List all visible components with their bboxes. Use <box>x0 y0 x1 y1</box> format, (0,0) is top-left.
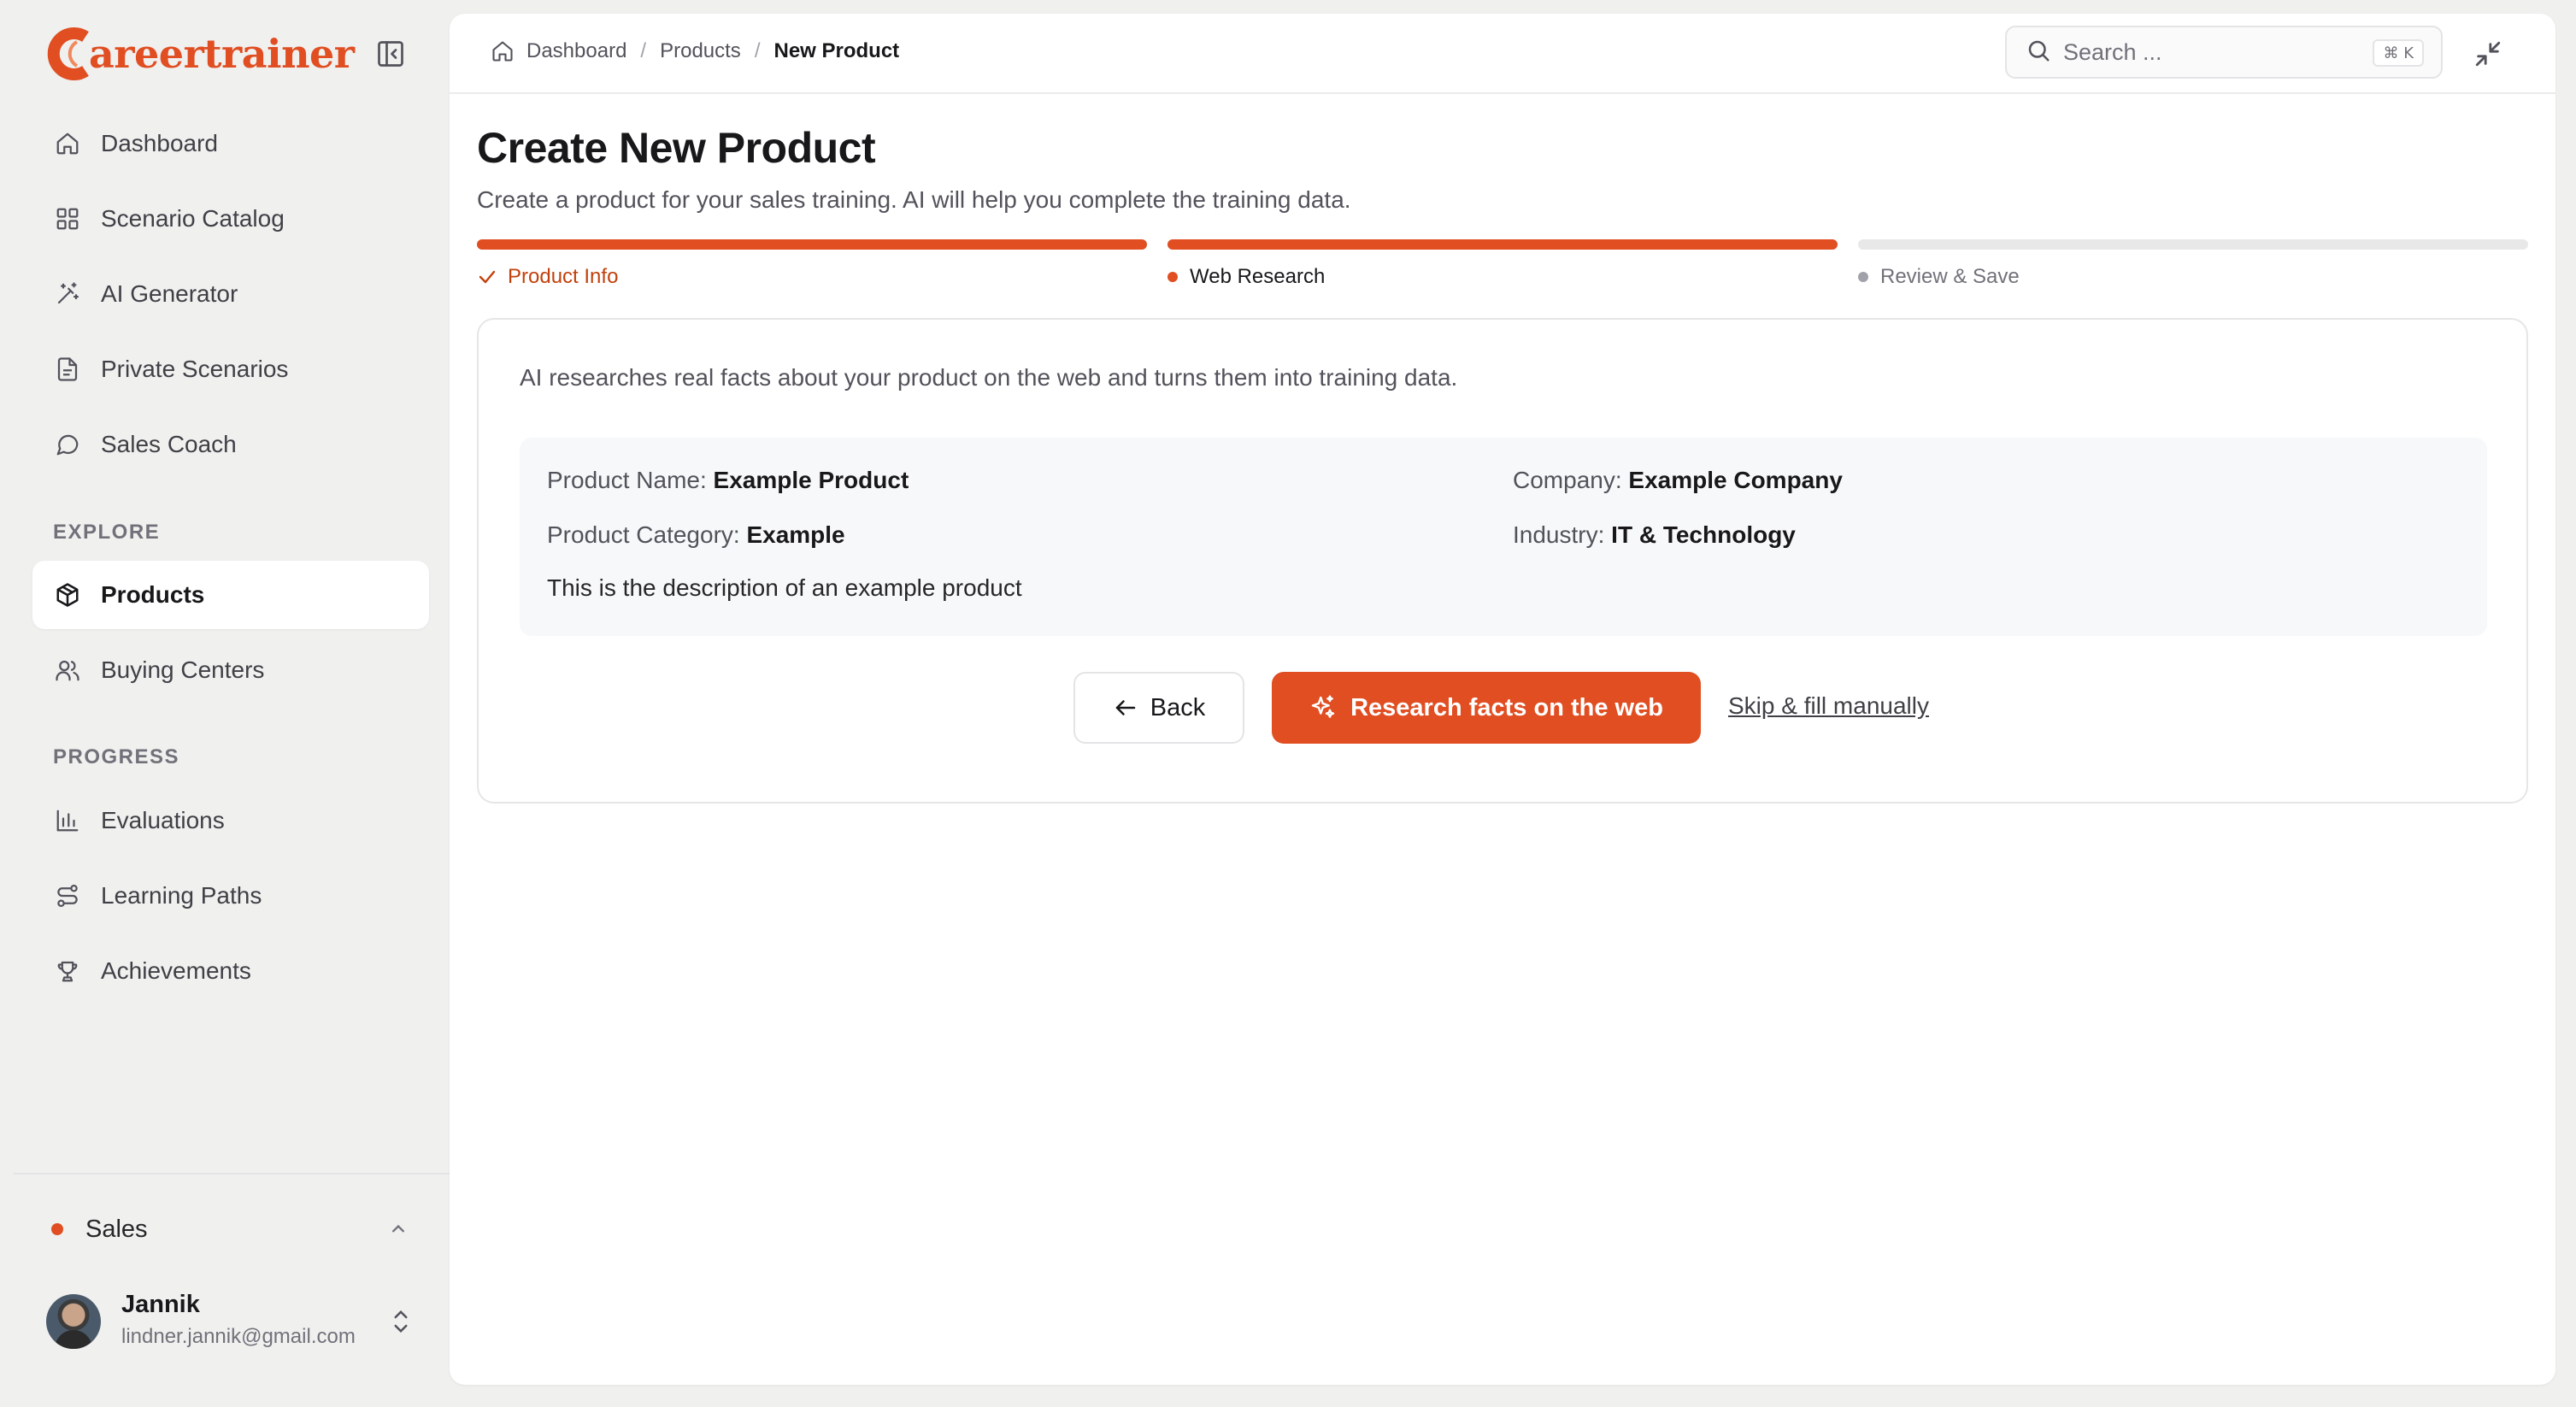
breadcrumb-dashboard[interactable]: Dashboard <box>526 39 626 63</box>
search-icon <box>2026 38 2051 68</box>
avatar <box>46 1294 101 1349</box>
minimize-icon <box>2475 41 2501 67</box>
check-icon <box>477 267 497 287</box>
logo[interactable]: areertrainer <box>44 24 412 84</box>
team-status-dot <box>51 1223 63 1235</box>
product-name-value: Example Product <box>713 467 909 493</box>
sidebar-item-ai-generator[interactable]: AI Generator <box>32 260 429 328</box>
sidebar-item-label: Private Scenarios <box>101 356 289 382</box>
minimize-button[interactable] <box>2468 34 2508 74</box>
skip-fill-manually-link[interactable]: Skip & fill manually <box>1728 692 1929 720</box>
breadcrumb: Dashboard / Products / New Product <box>491 39 899 63</box>
breadcrumb-separator: / <box>754 39 761 62</box>
product-summary: Product Name: Example Product Company: E… <box>520 438 2487 636</box>
sidebar-item-dashboard[interactable]: Dashboard <box>32 109 429 178</box>
chevrons-up-down-icon <box>388 1306 414 1341</box>
sidebar-item-label: Sales Coach <box>101 431 237 457</box>
sidebar-item-label: Evaluations <box>101 807 225 833</box>
step-progress-bar <box>477 239 1147 250</box>
home-icon <box>53 129 82 158</box>
sidebar-item-label: Dashboard <box>101 130 218 156</box>
back-button-label: Back <box>1150 693 1206 721</box>
logo-mark-icon <box>44 26 96 81</box>
step-label: Review & Save <box>1880 265 2020 288</box>
file-icon <box>53 355 82 384</box>
chevron-up-icon <box>386 1217 410 1245</box>
sidebar-item-private-scenarios[interactable]: Private Scenarios <box>32 335 429 403</box>
arrow-left-icon <box>1113 695 1138 721</box>
sidebar-item-label: Learning Paths <box>101 882 262 909</box>
page-subtitle: Create a product for your sales training… <box>477 186 1351 213</box>
back-button[interactable]: Back <box>1073 672 1244 744</box>
breadcrumb-current: New Product <box>773 39 900 62</box>
breadcrumb-products[interactable]: Products <box>660 39 741 63</box>
team-name: Sales <box>85 1215 148 1243</box>
logo-text: areertrainer <box>89 31 355 77</box>
sidebar-item-achievements[interactable]: Achievements <box>32 937 429 1005</box>
category-value: Example <box>746 521 845 548</box>
step-web-research: Web Research <box>1167 239 1838 289</box>
box-icon <box>53 580 82 609</box>
company-value: Example Company <box>1628 467 1843 493</box>
sidebar-item-label: Achievements <box>101 957 251 984</box>
step-label: Product Info <box>508 265 619 288</box>
user-email: lindner.jannik@gmail.com <box>121 1325 356 1348</box>
wand-icon <box>53 280 82 309</box>
bar-chart-icon <box>53 806 82 835</box>
web-research-card: AI researches real facts about your prod… <box>477 318 2528 804</box>
sparkles-icon <box>1309 694 1337 721</box>
company-field: Company: Example Company <box>1513 467 1843 493</box>
industry-field: Industry: IT & Technology <box>1513 521 1796 548</box>
research-facts-button[interactable]: Research facts on the web <box>1272 672 1701 744</box>
keyboard-shortcut-badge: ⌘ K <box>2373 39 2424 67</box>
sidebar-item-label: Buying Centers <box>101 656 265 683</box>
sidebar: areertrainer Dashboard Scenario Catalog … <box>0 0 450 1407</box>
user-menu[interactable]: Jannik lindner.jannik@gmail.com <box>46 1287 414 1356</box>
search-box[interactable]: ⌘ K <box>2005 26 2443 79</box>
step-review-save: Review & Save <box>1858 239 2528 289</box>
sidebar-item-buying-centers[interactable]: Buying Centers <box>32 636 429 704</box>
team-switcher[interactable]: Sales <box>51 1209 410 1250</box>
step-progress-bar <box>1167 239 1838 250</box>
route-icon <box>53 881 82 910</box>
user-name: Jannik <box>121 1291 200 1318</box>
step-progress-bar <box>1858 239 2528 250</box>
step-pending-dot <box>1858 272 1868 282</box>
product-name-field: Product Name: Example Product <box>547 467 909 493</box>
grid-icon <box>53 204 82 233</box>
users-icon <box>53 656 82 685</box>
sidebar-item-products[interactable]: Products <box>32 561 429 629</box>
industry-value: IT & Technology <box>1611 521 1796 548</box>
sidebar-item-label: Products <box>101 581 205 608</box>
search-input[interactable] <box>2063 38 2354 66</box>
home-icon <box>491 39 515 63</box>
research-button-label: Research facts on the web <box>1350 693 1663 721</box>
sidebar-divider <box>14 1173 450 1174</box>
sidebar-item-label: AI Generator <box>101 280 238 307</box>
trophy-icon <box>53 957 82 986</box>
product-description: This is the description of an example pr… <box>547 574 1022 601</box>
step-product-info: Product Info <box>477 239 1147 289</box>
sidebar-item-learning-paths[interactable]: Learning Paths <box>32 862 429 930</box>
page-title: Create New Product <box>477 124 876 172</box>
breadcrumb-separator: / <box>640 39 647 62</box>
sidebar-item-sales-coach[interactable]: Sales Coach <box>32 410 429 479</box>
sidebar-toggle-icon <box>378 41 403 67</box>
card-intro-text: AI researches real facts about your prod… <box>520 364 1458 391</box>
collapse-sidebar-button[interactable] <box>373 36 409 72</box>
progress-section-label: PROGRESS <box>53 745 180 768</box>
sidebar-item-scenario-catalog[interactable]: Scenario Catalog <box>32 185 429 253</box>
sidebar-item-evaluations[interactable]: Evaluations <box>32 786 429 855</box>
chat-icon <box>53 430 82 459</box>
category-field: Product Category: Example <box>547 521 845 548</box>
step-current-dot <box>1167 272 1178 282</box>
topbar: Dashboard / Products / New Product ⌘ K <box>450 14 2555 94</box>
step-label: Web Research <box>1190 265 1326 288</box>
sidebar-item-label: Scenario Catalog <box>101 205 285 232</box>
main-panel: Dashboard / Products / New Product ⌘ K C… <box>450 14 2555 1385</box>
explore-section-label: EXPLORE <box>53 521 161 544</box>
